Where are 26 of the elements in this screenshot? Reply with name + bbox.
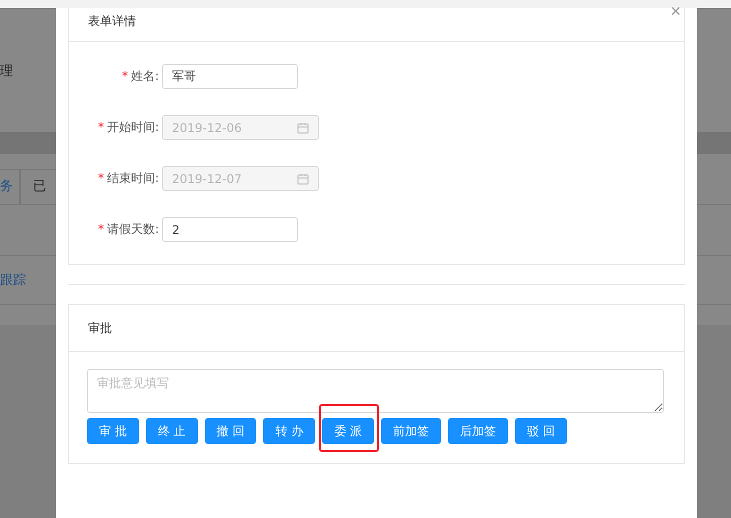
action-button[interactable]: 转 办 xyxy=(263,418,316,444)
track-link[interactable]: 跟踪 xyxy=(0,271,26,289)
input-field[interactable]: 2 xyxy=(162,217,298,242)
action-button[interactable]: 撤 回 xyxy=(204,418,256,444)
field-label: 请假天数: xyxy=(106,222,159,236)
action-button[interactable]: 后加签 xyxy=(448,418,508,444)
action-button[interactable]: 委 派 xyxy=(322,418,374,444)
required-asterisk: * xyxy=(98,222,104,236)
required-asterisk: * xyxy=(98,120,104,134)
calendar-icon xyxy=(297,122,309,134)
action-button[interactable]: 审 批 xyxy=(87,418,139,444)
field-label: 姓名: xyxy=(130,69,159,83)
close-button[interactable]: × xyxy=(670,2,681,20)
required-asterisk: * xyxy=(98,171,104,185)
page-title: 理 xyxy=(0,62,13,80)
action-button[interactable]: 前加签 xyxy=(381,418,442,444)
required-asterisk: * xyxy=(122,69,128,83)
calendar-icon xyxy=(297,172,309,184)
field-label: 结束时间: xyxy=(106,171,159,185)
field-label: 开始时间: xyxy=(106,120,159,134)
tab[interactable]: 务 xyxy=(0,169,20,204)
input-field[interactable]: 军哥 xyxy=(162,64,298,89)
comment-field[interactable]: 审批意见填写 xyxy=(87,369,664,413)
action-button[interactable]: 驳 回 xyxy=(515,418,567,444)
action-button[interactable]: 终 止 xyxy=(146,418,198,444)
card-title: 审批 xyxy=(69,305,684,352)
